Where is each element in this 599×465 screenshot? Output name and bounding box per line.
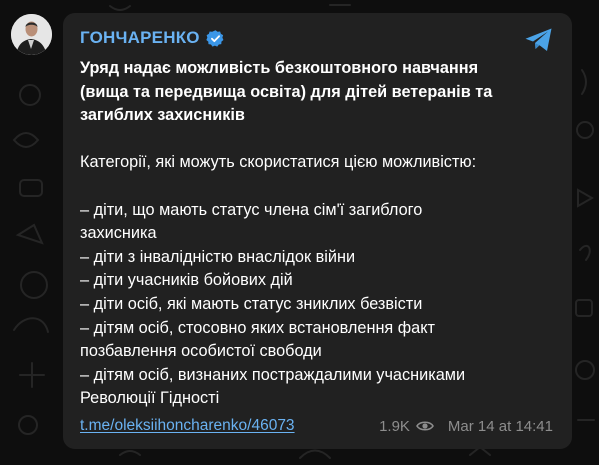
avatar-person-image — [11, 14, 52, 55]
message-text: Уряд надає можливість безкоштовного навч… — [80, 57, 550, 411]
title-line: Уряд надає можливість безкоштовного навч… — [80, 59, 479, 77]
message-date: Mar 14 at 14:41 — [447, 417, 553, 435]
channel-name[interactable]: ГОНЧАРЕНКО — [80, 28, 200, 48]
list-line: – діти осіб, які мають статус зниклих бе… — [80, 294, 423, 313]
message-intro: Категорії, які можуть скористатися цією … — [80, 153, 477, 172]
list-line: позбавлення особистої свободи — [80, 342, 322, 361]
list-line: захисника — [80, 224, 157, 243]
view-count: 1.9K — [379, 417, 410, 435]
title-line: загиблих захисників — [80, 106, 245, 125]
verified-badge-icon — [206, 29, 224, 47]
telegram-logo-icon[interactable] — [524, 27, 554, 53]
list-line: Революції Гідності — [80, 389, 220, 408]
post-link[interactable]: t.me/oleksiihoncharenko/46073 — [80, 417, 295, 435]
message-meta: 1.9K Mar 14 at 14:41 — [379, 418, 553, 435]
list-line: – діти з інвалідністю внаслідок війни — [80, 247, 356, 266]
list-line: – діти учасників бойових дій — [80, 271, 293, 290]
message-title: Уряд надає можливість безкоштовного навч… — [80, 57, 550, 128]
message-footer: t.me/oleksiihoncharenko/46073 1.9K Mar 1… — [80, 415, 553, 437]
list-line: – дітям осіб, стосовно яких встановлення… — [80, 318, 435, 337]
channel-avatar[interactable] — [11, 14, 52, 55]
eye-icon — [415, 421, 434, 431]
list-line: – дітям осіб, визнаних постраждалими уча… — [80, 365, 466, 384]
message-bubble: ГОНЧАРЕНКО Уряд надає можливість безкошт… — [63, 13, 572, 449]
categories-list: – діти, що мають статус члена сім'ї заги… — [80, 199, 550, 411]
title-line: (вища та передвища освіта) для дітей вет… — [80, 82, 493, 101]
list-line: – діти, що мають статус члена сім'ї заги… — [80, 200, 423, 219]
message-header: ГОНЧАРЕНКО — [80, 28, 225, 48]
